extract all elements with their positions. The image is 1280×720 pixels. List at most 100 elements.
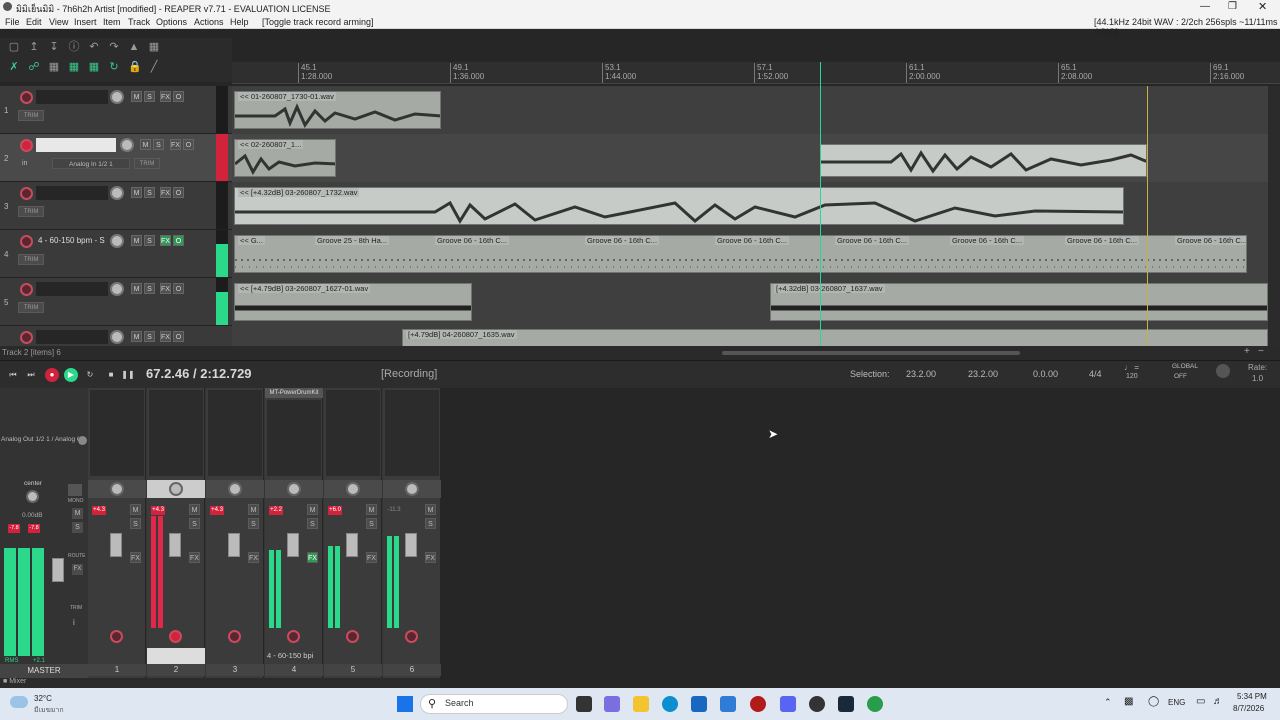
pan-knob[interactable] [169, 482, 183, 496]
new-project-icon[interactable]: ▢ [8, 41, 20, 53]
plugin-slot[interactable]: MT-PowerDrumKit [265, 388, 323, 398]
selection-start[interactable]: 23.2.00 [906, 369, 936, 379]
peak-readout[interactable]: +4.3 [210, 506, 224, 515]
clock-date[interactable]: 8/7/2026 [1233, 704, 1264, 713]
solo-button[interactable]: S [130, 518, 141, 529]
mute-button[interactable]: M [366, 504, 377, 515]
go-to-start-icon[interactable]: ⏮ [6, 368, 20, 382]
reaper-taskbar-icon[interactable] [809, 696, 825, 712]
mute-button[interactable]: M [140, 139, 151, 150]
volume-knob[interactable] [110, 90, 124, 104]
media-item[interactable]: [+4.79dB] 04-260807_1635.wav [402, 329, 1268, 346]
record-button[interactable]: ● [45, 368, 59, 382]
lock-icon[interactable]: 🔒 [128, 61, 142, 73]
mute-button[interactable]: M [131, 91, 142, 102]
peak-readout[interactable]: +4.3 [92, 506, 106, 515]
clock-time[interactable]: 5:34 PM [1237, 692, 1267, 701]
mute-button[interactable]: M [131, 331, 142, 342]
redo-icon[interactable]: ↷ [108, 41, 120, 53]
fx-button[interactable]: FX [248, 552, 259, 563]
record-arm-button[interactable] [20, 235, 33, 248]
mute-button[interactable]: M [131, 235, 142, 246]
strip-name-field[interactable] [147, 648, 205, 664]
io-button[interactable]: O [173, 91, 184, 102]
automation-trim-button[interactable]: TRIM [18, 302, 44, 313]
track-name-field[interactable] [36, 90, 108, 104]
solo-button[interactable]: S [144, 235, 155, 246]
master-fx-button[interactable]: FX [72, 564, 83, 575]
solo-button[interactable]: S [425, 518, 436, 529]
fx-button[interactable]: FX [160, 187, 171, 198]
audio-info[interactable]: [44.1kHz 24bit WAV : 2/2ch 256spls ~11/1… [1094, 17, 1280, 37]
outlook-icon[interactable] [720, 696, 736, 712]
menu-insert[interactable]: Insert [74, 17, 97, 27]
input-monitor-label[interactable]: in [22, 160, 27, 167]
pause-button[interactable]: ❚❚ [121, 368, 135, 382]
pan-knob[interactable] [287, 482, 301, 496]
mute-button[interactable]: M [130, 504, 141, 515]
master-fader[interactable] [52, 558, 64, 582]
record-arm-button[interactable] [346, 630, 359, 643]
master-pan-knob[interactable] [26, 490, 39, 503]
track-header-1[interactable]: 1 M S FX O TRIM [0, 86, 232, 134]
record-arm-button[interactable] [287, 630, 300, 643]
solo-button[interactable]: S [189, 518, 200, 529]
peak-readout[interactable]: +2.2 [269, 506, 283, 515]
go-to-end-icon[interactable]: ⏭ [24, 368, 38, 382]
io-button[interactable]: O [173, 187, 184, 198]
menu-options[interactable]: Options [156, 17, 187, 27]
mixer-strip-4[interactable]: MT-PowerDrumKit +2.2 M S FX 4 - 60-150 b… [265, 388, 323, 678]
close-icon[interactable]: ✕ [1258, 0, 1267, 13]
solo-button[interactable]: S [248, 518, 259, 529]
mono-button[interactable]: MONO [68, 498, 84, 504]
master-output-label[interactable]: Analog Out 1/2 1 / Analog C [1, 436, 79, 443]
pan-knob[interactable] [405, 482, 419, 496]
save-project-icon[interactable]: ↧ [48, 41, 60, 53]
mixer-strip-6[interactable]: -11.3 M S FX 6 [383, 388, 441, 678]
mixer-strip-3[interactable]: +4.3 M S FX 3 [206, 388, 264, 678]
network-icon[interactable]: ▩ [1124, 696, 1133, 707]
media-item[interactable]: << [+4.79dB] 03-260807_1627-01.wav [234, 283, 472, 321]
track-header-4[interactable]: 4 4 - 60-150 bpm - S M S FX O TRIM [0, 230, 232, 278]
mute-button[interactable]: M [131, 187, 142, 198]
route-button[interactable]: ROUTE [68, 553, 86, 559]
track-name-field[interactable]: 4 - 60-150 bpm - S [36, 234, 108, 248]
strip-name[interactable]: 4 - 60-150 bpi [267, 651, 313, 660]
volume-knob[interactable] [110, 234, 124, 248]
menu-item[interactable]: Item [103, 17, 121, 27]
record-arm-button[interactable] [228, 630, 241, 643]
record-arm-button[interactable] [169, 630, 182, 643]
mute-button[interactable]: M [307, 504, 318, 515]
volume-fader[interactable] [169, 533, 181, 557]
record-arm-button[interactable] [20, 139, 33, 152]
mute-button[interactable]: M [248, 504, 259, 515]
item-grouping-icon[interactable]: ☍ [28, 61, 40, 73]
mute-button[interactable]: M [189, 504, 200, 515]
automation-trim-button[interactable]: TRIM [18, 254, 44, 265]
volume-fader[interactable] [228, 533, 240, 557]
midi-item[interactable]: << G... Groove 25 - 8th Ha... Groove 06 … [234, 235, 1247, 273]
solo-button[interactable]: S [144, 91, 155, 102]
track-header-6[interactable]: 6 M S FX O [0, 326, 232, 346]
solo-button[interactable]: S [153, 139, 164, 150]
discord-icon[interactable] [780, 696, 796, 712]
fx-button[interactable]: FX [160, 91, 171, 102]
info-icon[interactable]: i [73, 618, 75, 627]
weather-temp[interactable]: 32°C [34, 694, 52, 703]
peak-readout[interactable]: +6.0 [328, 506, 342, 515]
fx-slot[interactable] [385, 390, 439, 476]
project-settings-icon[interactable]: ⓘ [68, 41, 80, 53]
master-solo-button[interactable]: S [72, 522, 83, 533]
undo-icon[interactable]: ↶ [88, 41, 100, 53]
time-signature[interactable]: 4/4 [1089, 369, 1102, 379]
auto-crossfade-icon[interactable]: ▦ [88, 61, 100, 73]
volume-knob[interactable] [110, 282, 124, 296]
vertical-scrollbar[interactable] [1268, 86, 1280, 346]
minimize-icon[interactable]: — [1200, 1, 1210, 12]
master-volume-readout[interactable]: 0.00dB [22, 512, 43, 519]
volume-fader[interactable] [405, 533, 417, 557]
fx-button[interactable]: FX [160, 283, 171, 294]
fx-slot[interactable] [267, 400, 321, 476]
weather-icon[interactable] [10, 696, 28, 708]
recording-item[interactable] [820, 144, 1147, 177]
